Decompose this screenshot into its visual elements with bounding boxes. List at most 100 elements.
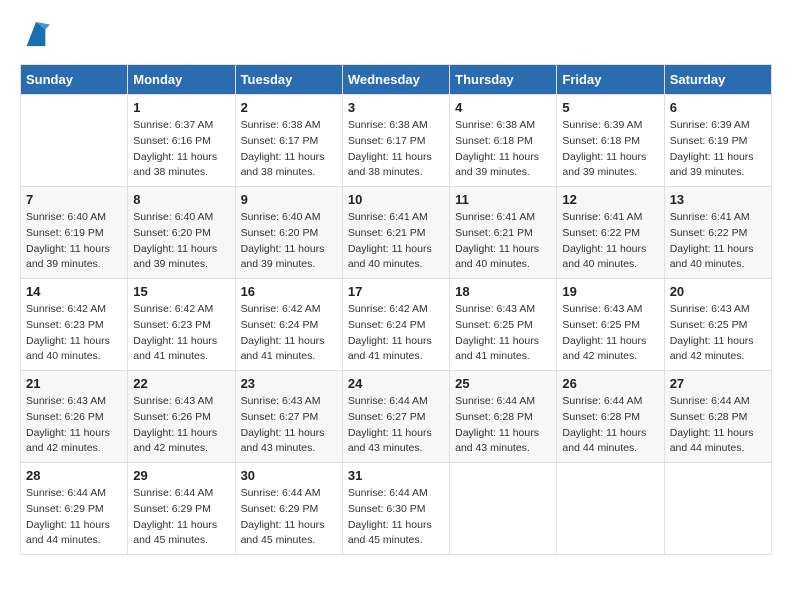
weekday-header-tuesday: Tuesday: [235, 65, 342, 95]
calendar-cell: 1 Sunrise: 6:37 AM Sunset: 6:16 PM Daylig…: [128, 95, 235, 187]
calendar-cell: 23 Sunrise: 6:43 AM Sunset: 6:27 PM Dayli…: [235, 371, 342, 463]
day-number: 3: [348, 100, 444, 115]
day-info: Sunrise: 6:43 AM Sunset: 6:26 PM Dayligh…: [133, 394, 229, 457]
calendar-cell: 6 Sunrise: 6:39 AM Sunset: 6:19 PM Daylig…: [664, 95, 771, 187]
calendar-cell: 2Sunrise: 6:38 AM Sunset: 6:17 PM Daylig…: [235, 95, 342, 187]
day-number: 23: [241, 376, 337, 391]
weekday-header-thursday: Thursday: [450, 65, 557, 95]
day-info: Sunrise: 6:43 AM Sunset: 6:25 PM Dayligh…: [562, 302, 658, 365]
calendar-cell: 21 Sunrise: 6:43 AM Sunset: 6:26 PM Dayli…: [21, 371, 128, 463]
calendar-cell: 17 Sunrise: 6:42 AM Sunset: 6:24 PM Dayli…: [342, 279, 449, 371]
day-info: Sunrise: 6:37 AM Sunset: 6:16 PM Dayligh…: [133, 118, 229, 181]
day-number: 9: [241, 192, 337, 207]
day-number: 5: [562, 100, 658, 115]
day-info: Sunrise: 6:40 AM Sunset: 6:20 PM Dayligh…: [241, 210, 337, 273]
calendar-cell: [557, 463, 664, 555]
day-info: Sunrise: 6:44 AM Sunset: 6:29 PM Dayligh…: [26, 486, 122, 549]
day-number: 31: [348, 468, 444, 483]
weekday-header-friday: Friday: [557, 65, 664, 95]
day-number: 24: [348, 376, 444, 391]
day-number: 25: [455, 376, 551, 391]
weekday-header-saturday: Saturday: [664, 65, 771, 95]
day-number: 18: [455, 284, 551, 299]
calendar-cell: 11 Sunrise: 6:41 AM Sunset: 6:21 PM Dayli…: [450, 187, 557, 279]
page-header: [20, 20, 772, 48]
day-number: 6: [670, 100, 766, 115]
day-info: Sunrise: 6:40 AM Sunset: 6:20 PM Dayligh…: [133, 210, 229, 273]
day-info: Sunrise: 6:42 AM Sunset: 6:23 PM Dayligh…: [26, 302, 122, 365]
weekday-header-sunday: Sunday: [21, 65, 128, 95]
day-info: Sunrise: 6:38 AM Sunset: 6:17 PM Dayligh…: [348, 118, 444, 181]
day-info: Sunrise: 6:44 AM Sunset: 6:29 PM Dayligh…: [241, 486, 337, 549]
day-info: Sunrise: 6:44 AM Sunset: 6:30 PM Dayligh…: [348, 486, 444, 549]
day-info: Sunrise: 6:39 AM Sunset: 6:18 PM Dayligh…: [562, 118, 658, 181]
calendar-cell: 22 Sunrise: 6:43 AM Sunset: 6:26 PM Dayli…: [128, 371, 235, 463]
day-info: Sunrise: 6:43 AM Sunset: 6:27 PM Dayligh…: [241, 394, 337, 457]
day-number: 27: [670, 376, 766, 391]
calendar-cell: [664, 463, 771, 555]
calendar-cell: [450, 463, 557, 555]
day-number: 26: [562, 376, 658, 391]
day-number: 14: [26, 284, 122, 299]
day-number: 8: [133, 192, 229, 207]
calendar-cell: 10 Sunrise: 6:41 AM Sunset: 6:21 PM Dayli…: [342, 187, 449, 279]
day-number: 29: [133, 468, 229, 483]
day-info: Sunrise: 6:38 AM Sunset: 6:18 PM Dayligh…: [455, 118, 551, 181]
day-info: Sunrise: 6:41 AM Sunset: 6:21 PM Dayligh…: [348, 210, 444, 273]
day-number: 19: [562, 284, 658, 299]
day-info: Sunrise: 6:44 AM Sunset: 6:28 PM Dayligh…: [562, 394, 658, 457]
calendar-cell: 31 Sunrise: 6:44 AM Sunset: 6:30 PM Dayli…: [342, 463, 449, 555]
calendar-week-row: 7 Sunrise: 6:40 AM Sunset: 6:19 PM Daylig…: [21, 187, 772, 279]
calendar-week-row: 1 Sunrise: 6:37 AM Sunset: 6:16 PM Daylig…: [21, 95, 772, 187]
day-number: 15: [133, 284, 229, 299]
calendar-cell: 24Sunrise: 6:44 AM Sunset: 6:27 PM Dayli…: [342, 371, 449, 463]
day-info: Sunrise: 6:41 AM Sunset: 6:21 PM Dayligh…: [455, 210, 551, 273]
day-number: 13: [670, 192, 766, 207]
day-info: Sunrise: 6:43 AM Sunset: 6:25 PM Dayligh…: [670, 302, 766, 365]
day-number: 4: [455, 100, 551, 115]
calendar-cell: 19 Sunrise: 6:43 AM Sunset: 6:25 PM Dayli…: [557, 279, 664, 371]
day-number: 16: [241, 284, 337, 299]
day-info: Sunrise: 6:38 AM Sunset: 6:17 PM Dayligh…: [241, 118, 337, 181]
calendar-cell: 13 Sunrise: 6:41 AM Sunset: 6:22 PM Dayli…: [664, 187, 771, 279]
calendar-cell: 8 Sunrise: 6:40 AM Sunset: 6:20 PM Daylig…: [128, 187, 235, 279]
day-number: 22: [133, 376, 229, 391]
calendar-cell: 29Sunrise: 6:44 AM Sunset: 6:29 PM Dayli…: [128, 463, 235, 555]
calendar-cell: 16 Sunrise: 6:42 AM Sunset: 6:24 PM Dayli…: [235, 279, 342, 371]
calendar-week-row: 14 Sunrise: 6:42 AM Sunset: 6:23 PM Dayli…: [21, 279, 772, 371]
day-info: Sunrise: 6:44 AM Sunset: 6:28 PM Dayligh…: [670, 394, 766, 457]
calendar-cell: 15Sunrise: 6:42 AM Sunset: 6:23 PM Dayli…: [128, 279, 235, 371]
day-info: Sunrise: 6:44 AM Sunset: 6:28 PM Dayligh…: [455, 394, 551, 457]
calendar-cell: 18 Sunrise: 6:43 AM Sunset: 6:25 PM Dayli…: [450, 279, 557, 371]
calendar-cell: 28Sunrise: 6:44 AM Sunset: 6:29 PM Dayli…: [21, 463, 128, 555]
day-number: 12: [562, 192, 658, 207]
day-number: 20: [670, 284, 766, 299]
weekday-header-monday: Monday: [128, 65, 235, 95]
calendar-cell: 27 Sunrise: 6:44 AM Sunset: 6:28 PM Dayli…: [664, 371, 771, 463]
day-info: Sunrise: 6:41 AM Sunset: 6:22 PM Dayligh…: [562, 210, 658, 273]
weekday-header-row: SundayMondayTuesdayWednesdayThursdayFrid…: [21, 65, 772, 95]
calendar-cell: 14 Sunrise: 6:42 AM Sunset: 6:23 PM Dayli…: [21, 279, 128, 371]
weekday-header-wednesday: Wednesday: [342, 65, 449, 95]
calendar-week-row: 21 Sunrise: 6:43 AM Sunset: 6:26 PM Dayli…: [21, 371, 772, 463]
day-number: 17: [348, 284, 444, 299]
day-info: Sunrise: 6:42 AM Sunset: 6:24 PM Dayligh…: [348, 302, 444, 365]
day-info: Sunrise: 6:43 AM Sunset: 6:25 PM Dayligh…: [455, 302, 551, 365]
day-number: 7: [26, 192, 122, 207]
day-info: Sunrise: 6:39 AM Sunset: 6:19 PM Dayligh…: [670, 118, 766, 181]
calendar-cell: 5 Sunrise: 6:39 AM Sunset: 6:18 PM Daylig…: [557, 95, 664, 187]
day-number: 21: [26, 376, 122, 391]
day-info: Sunrise: 6:40 AM Sunset: 6:19 PM Dayligh…: [26, 210, 122, 273]
day-number: 1: [133, 100, 229, 115]
calendar-cell: 30 Sunrise: 6:44 AM Sunset: 6:29 PM Dayli…: [235, 463, 342, 555]
day-info: Sunrise: 6:43 AM Sunset: 6:26 PM Dayligh…: [26, 394, 122, 457]
day-info: Sunrise: 6:42 AM Sunset: 6:24 PM Dayligh…: [241, 302, 337, 365]
day-number: 30: [241, 468, 337, 483]
calendar-week-row: 28Sunrise: 6:44 AM Sunset: 6:29 PM Dayli…: [21, 463, 772, 555]
day-number: 11: [455, 192, 551, 207]
calendar-cell: 12 Sunrise: 6:41 AM Sunset: 6:22 PM Dayli…: [557, 187, 664, 279]
calendar-table: SundayMondayTuesdayWednesdayThursdayFrid…: [20, 64, 772, 555]
day-number: 10: [348, 192, 444, 207]
day-info: Sunrise: 6:41 AM Sunset: 6:22 PM Dayligh…: [670, 210, 766, 273]
calendar-cell: 20 Sunrise: 6:43 AM Sunset: 6:25 PM Dayli…: [664, 279, 771, 371]
